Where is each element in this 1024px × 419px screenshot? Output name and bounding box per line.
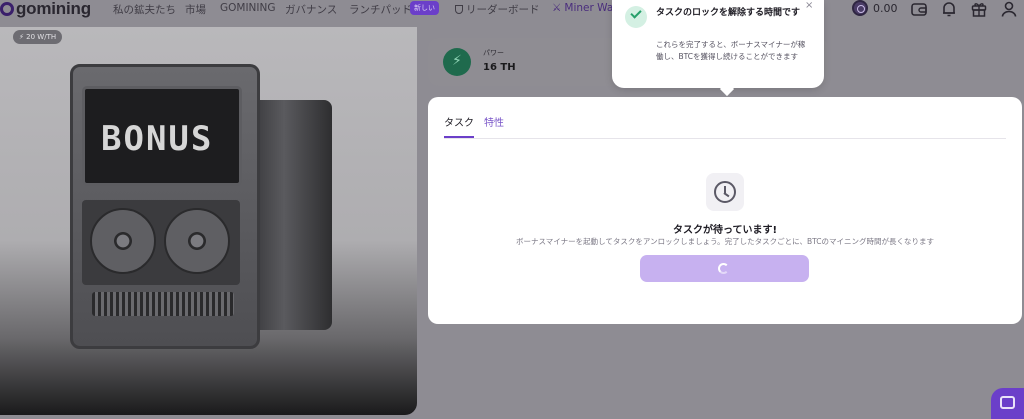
wallet-icon[interactable] [910,0,928,18]
power-label: パワー [483,49,504,57]
efficiency-pill: ⚡ 20 W/TH [13,30,63,44]
loading-spinner-icon [718,263,729,274]
miner-screen: BONUS [82,86,242,186]
check-mark [630,7,642,19]
toast-title: タスクのロックを解除する時間です [656,8,801,18]
top-header: gomining 私の鉱夫たち 市場 GOMINING ガバナンス ランチパッド… [0,0,1024,22]
new-badge: 新しい [410,1,439,15]
tabs-divider [444,138,1006,139]
start-miner-button[interactable] [640,255,809,282]
support-chat-button[interactable] [991,388,1024,419]
gmt-coin-icon [852,0,868,16]
clock-icon [714,181,736,203]
trophy-icon [455,5,463,14]
nav-my-miners[interactable]: 私の鉱夫たち [113,2,176,17]
balance-value[interactable]: 0.00 [873,2,898,15]
toast-body: これらを完了すると、ボーナスマイナーが稼働し、BTCを獲得し続けることができます [656,40,806,61]
bolt-small-icon: ⚡ [19,33,24,41]
miner-screen-text: BONUS [101,119,214,159]
gift-icon[interactable] [970,0,988,18]
check-icon [625,6,647,28]
empty-state-title: タスクが待っています! [672,225,778,236]
nav-launchpad[interactable]: ランチパッド [349,2,412,17]
nav-market[interactable]: 市場 [185,2,206,17]
user-icon[interactable] [1000,0,1018,18]
fan-left [90,208,156,274]
nav-leaderboard-label: リーダーボード [466,4,540,16]
clock-icon-box [706,173,744,211]
logo-text: gomining [16,0,91,18]
gomining-logo[interactable]: gomining [0,0,91,18]
miner-fans [82,200,240,285]
logo-mark-icon [0,2,14,16]
tab-tasks[interactable]: タスク [444,114,474,129]
empty-state-description: ボーナスマイナーを起動してタスクをアンロックしましょう。完了したタスクごとに、B… [516,237,934,246]
swords-icon: ⚔ [552,2,562,14]
bell-icon[interactable] [940,0,958,18]
nav-governance[interactable]: ガバナンス [285,2,337,17]
chat-icon [1000,396,1015,409]
efficiency-value: 20 W/TH [26,33,57,41]
tab-properties[interactable]: 特性 [484,114,504,129]
lightning-icon: ⚡ [452,53,462,69]
nav-leaderboard[interactable]: リーダーボード [455,2,540,17]
nav-gomining[interactable]: GOMINING [220,2,276,14]
miner-vent [92,292,234,316]
fan-right [164,208,230,274]
power-icon-circle: ⚡ [443,48,471,76]
toast-close-button[interactable]: × [805,0,813,11]
power-value: 16 TH [483,62,516,73]
miner-side-panel [252,100,332,330]
